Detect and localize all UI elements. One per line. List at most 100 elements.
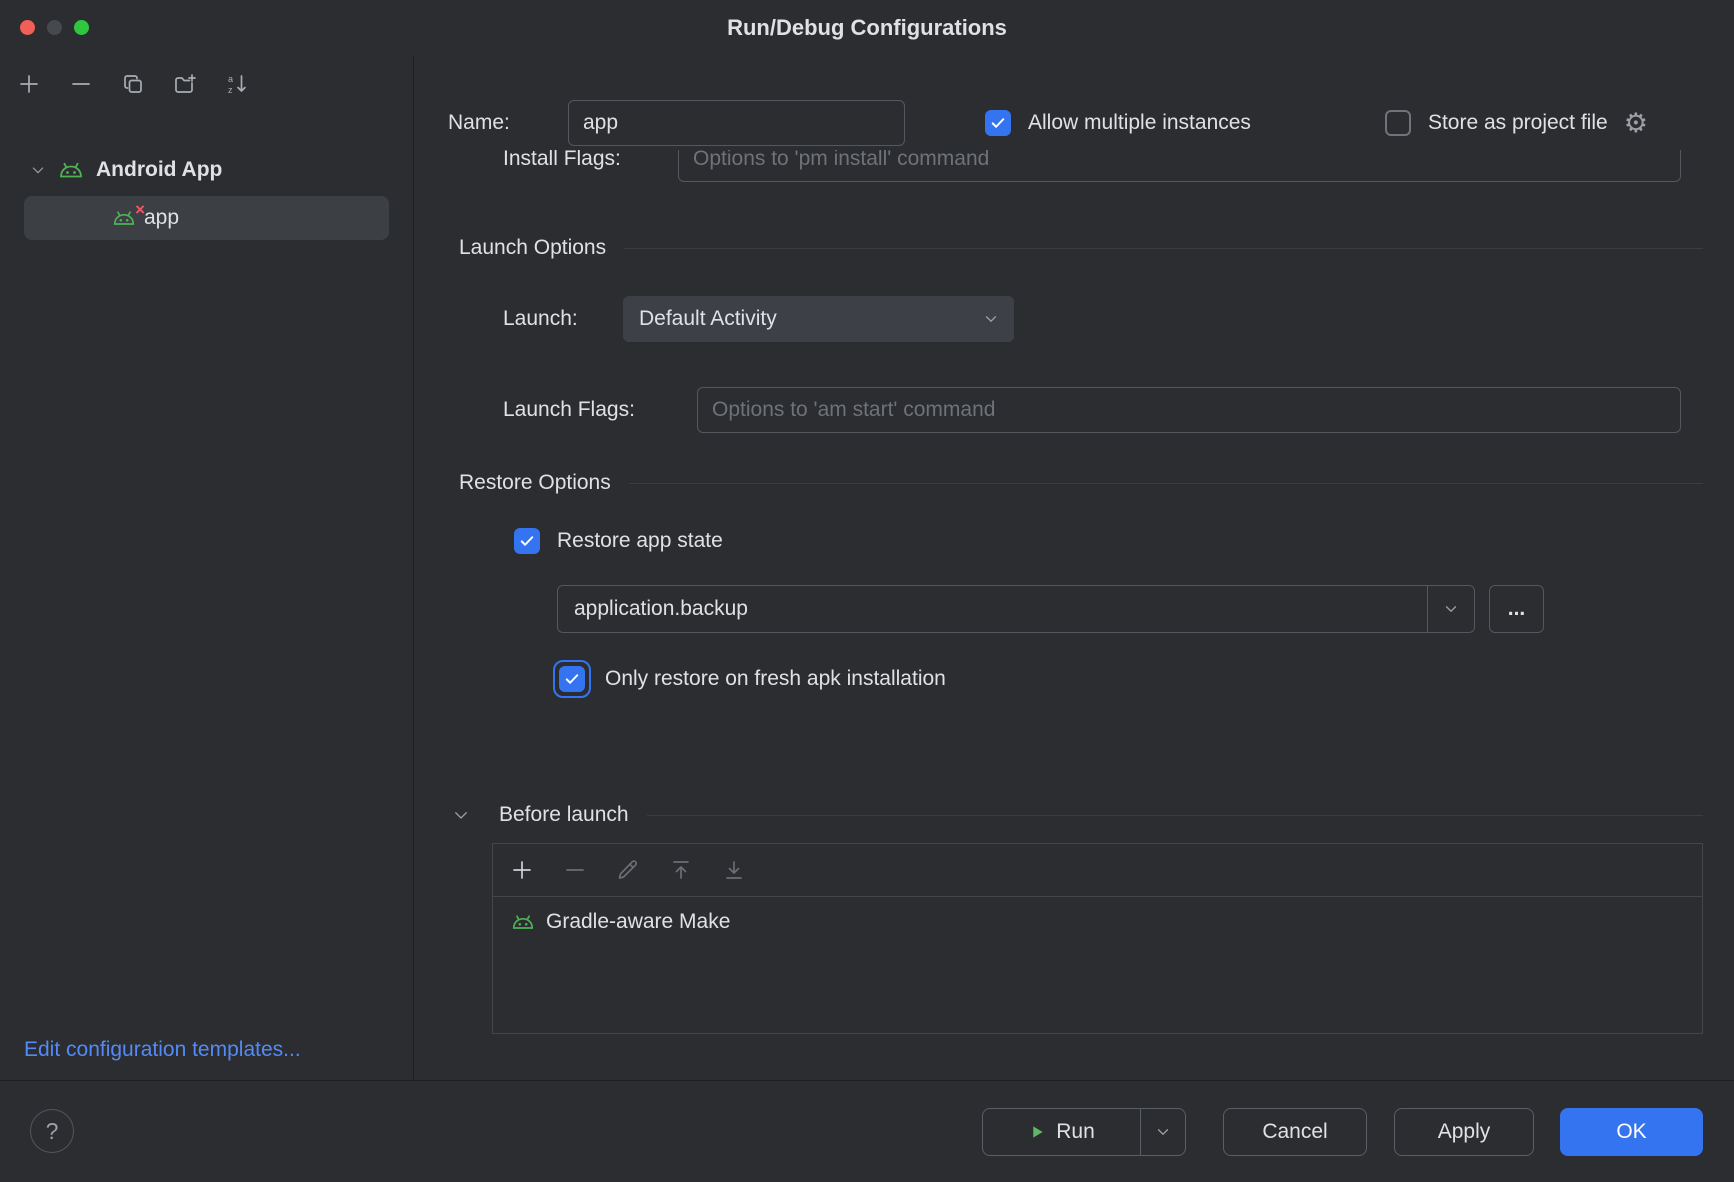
run-debug-configurations-dialog: Run/Debug Configurations xyxy=(0,0,1734,1182)
launch-flags-label: Launch Flags: xyxy=(503,398,697,422)
run-options-chevron-button[interactable] xyxy=(1141,1109,1185,1155)
launch-label: Launch: xyxy=(503,307,623,331)
launch-options-section-header: Launch Options xyxy=(459,233,1703,263)
launch-row: Launch: Default Activity xyxy=(503,296,1014,342)
launch-flags-input[interactable] xyxy=(697,387,1681,433)
remove-configuration-button[interactable] xyxy=(68,71,94,97)
store-as-project-file-label: Store as project file xyxy=(1428,111,1608,135)
backup-file-dropdown-button[interactable] xyxy=(1427,586,1474,632)
run-button[interactable]: Run xyxy=(983,1109,1140,1155)
svg-text:a: a xyxy=(228,74,233,84)
run-split-button: Run xyxy=(982,1108,1186,1156)
restore-app-state-checkbox[interactable] xyxy=(514,528,540,554)
plus-icon xyxy=(510,858,534,882)
launch-dropdown-value: Default Activity xyxy=(639,307,777,331)
chevron-down-icon[interactable] xyxy=(30,162,46,178)
ok-button[interactable]: OK xyxy=(1560,1108,1703,1156)
copy-icon xyxy=(121,72,145,96)
before-launch-task-list: Gradle-aware Make xyxy=(492,843,1703,1034)
only-restore-row: Only restore on fresh apk installation xyxy=(553,658,946,700)
apply-button[interactable]: Apply xyxy=(1394,1108,1534,1156)
launch-flags-row: Launch Flags: xyxy=(503,387,1681,433)
sidebar-toolbar: a z xyxy=(0,55,413,97)
sort-alphabetically-icon: a z xyxy=(225,72,249,96)
minus-icon xyxy=(563,858,587,882)
browse-backup-file-button[interactable]: ... xyxy=(1489,585,1544,633)
window-title: Run/Debug Configurations xyxy=(727,15,1007,41)
chevron-down-icon xyxy=(1442,600,1460,618)
close-window-button[interactable] xyxy=(20,20,35,35)
remove-task-button[interactable] xyxy=(562,857,588,883)
plus-icon xyxy=(17,72,41,96)
pencil-icon xyxy=(616,858,640,882)
name-row: Name: Allow multiple instances Store as … xyxy=(448,100,1703,146)
before-launch-section-header: Before launch xyxy=(452,800,1703,830)
svg-text:z: z xyxy=(228,85,233,95)
arrow-down-to-bar-icon xyxy=(722,858,746,882)
before-launch-task-item[interactable]: Gradle-aware Make xyxy=(493,910,1702,934)
name-input[interactable] xyxy=(568,100,905,146)
store-as-project-file-checkbox[interactable] xyxy=(1385,110,1411,136)
edit-configuration-templates-link[interactable]: Edit configuration templates... xyxy=(24,1038,301,1062)
launch-options-title: Launch Options xyxy=(459,236,606,260)
copy-configuration-button[interactable] xyxy=(120,71,146,97)
run-button-label: Run xyxy=(1056,1120,1095,1144)
arrow-up-to-bar-icon xyxy=(669,858,693,882)
check-icon xyxy=(563,670,581,688)
window-controls xyxy=(20,20,89,35)
before-launch-title: Before launch xyxy=(499,803,629,827)
error-badge-icon: × xyxy=(135,201,145,218)
restore-options-title: Restore Options xyxy=(459,471,611,495)
edit-task-button[interactable] xyxy=(615,857,641,883)
name-label: Name: xyxy=(448,111,568,135)
titlebar: Run/Debug Configurations xyxy=(0,0,1734,55)
only-restore-checkbox[interactable] xyxy=(559,666,585,692)
launch-dropdown[interactable]: Default Activity xyxy=(623,296,1014,342)
configurations-sidebar: a z Android App xyxy=(0,55,414,1080)
android-icon xyxy=(112,210,136,226)
install-flags-input[interactable] xyxy=(678,150,1681,182)
help-button[interactable]: ? xyxy=(30,1109,74,1153)
section-divider xyxy=(629,483,1703,484)
only-restore-label: Only restore on fresh apk installation xyxy=(605,667,946,691)
cancel-button[interactable]: Cancel xyxy=(1223,1108,1367,1156)
checkbox-focus-ring xyxy=(553,660,591,698)
section-divider xyxy=(647,815,1703,816)
backup-file-combobox[interactable]: application.backup xyxy=(557,585,1475,633)
android-icon xyxy=(58,161,84,179)
configuration-editor: Name: Allow multiple instances Store as … xyxy=(414,55,1734,1080)
move-task-down-button[interactable] xyxy=(721,857,747,883)
install-flags-label: Install Flags: xyxy=(503,150,678,171)
check-icon xyxy=(518,532,536,550)
tree-group-android-app[interactable]: Android App xyxy=(0,147,413,193)
tree-item-label: app xyxy=(144,206,179,230)
allow-multiple-instances-label: Allow multiple instances xyxy=(1028,111,1251,135)
settings-gear-icon[interactable]: ⚙ xyxy=(1624,110,1648,137)
zoom-window-button[interactable] xyxy=(74,20,89,35)
install-flags-row: Install Flags: xyxy=(448,150,1681,196)
minus-icon xyxy=(69,72,93,96)
allow-multiple-instances-checkbox[interactable] xyxy=(985,110,1011,136)
collapse-chevron-down-icon[interactable] xyxy=(452,806,470,824)
chevron-down-icon xyxy=(982,310,1000,328)
minimize-window-button[interactable] xyxy=(47,20,62,35)
android-icon xyxy=(511,914,535,930)
restore-app-state-row: Restore app state xyxy=(514,523,723,559)
dialog-footer: ? Run Cancel Apply OK xyxy=(0,1080,1734,1182)
play-icon xyxy=(1028,1123,1046,1141)
tree-group-label: Android App xyxy=(96,158,222,182)
tree-item-app-selected[interactable]: × app xyxy=(24,196,389,240)
check-icon xyxy=(989,114,1007,132)
add-task-button[interactable] xyxy=(509,857,535,883)
move-task-up-button[interactable] xyxy=(668,857,694,883)
chevron-down-icon xyxy=(1154,1123,1172,1141)
add-configuration-button[interactable] xyxy=(16,71,42,97)
sort-configurations-button[interactable]: a z xyxy=(224,71,250,97)
task-label: Gradle-aware Make xyxy=(546,910,730,934)
before-launch-toolbar xyxy=(493,844,1702,897)
restore-options-section-header: Restore Options xyxy=(459,468,1703,498)
restore-app-state-label: Restore app state xyxy=(557,529,723,553)
scroll-clipped-region: Install Flags: xyxy=(414,150,1734,212)
section-divider xyxy=(624,248,1703,249)
create-folder-button[interactable] xyxy=(172,71,198,97)
